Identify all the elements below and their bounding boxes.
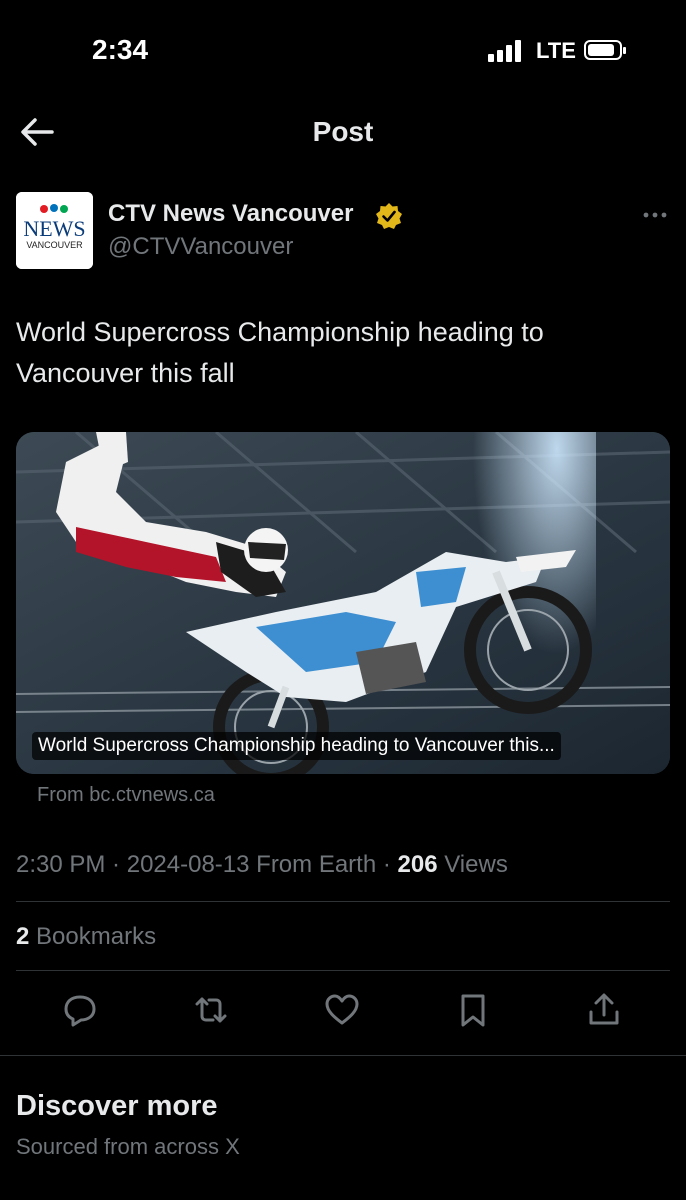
avatar[interactable]: NEWS VANCOUVER xyxy=(16,192,93,269)
supercross-photo xyxy=(16,432,670,774)
bookmarks-label: Bookmarks xyxy=(36,923,157,950)
views-label: Views xyxy=(444,851,508,878)
like-icon[interactable] xyxy=(322,990,362,1030)
top-nav: Post xyxy=(0,100,686,170)
page-title: Post xyxy=(312,116,374,147)
bookmarks-count: 2 xyxy=(16,923,30,950)
media-caption: World Supercross Championship heading to… xyxy=(32,732,561,760)
share-icon[interactable] xyxy=(584,990,624,1030)
link-source[interactable]: From bc.ctvnews.ca xyxy=(37,784,215,807)
repost-icon[interactable] xyxy=(191,990,231,1030)
author-name[interactable]: CTV News Vancouver xyxy=(108,200,353,228)
divider xyxy=(16,970,670,971)
author-handle[interactable]: @CTVVancouver xyxy=(108,233,293,261)
more-options-icon[interactable] xyxy=(640,200,670,230)
verified-badge-icon xyxy=(375,202,403,230)
discover-more-heading: Discover more xyxy=(16,1090,218,1122)
bookmarks-stat[interactable]: 2 Bookmarks xyxy=(16,923,156,951)
discover-more-subtitle: Sourced from across X xyxy=(16,1134,240,1159)
battery-icon xyxy=(584,40,626,60)
post-date: 2024-08-13 xyxy=(126,851,250,878)
bookmark-icon[interactable] xyxy=(453,990,493,1030)
section-divider xyxy=(0,1055,686,1056)
post-location: From Earth xyxy=(256,851,377,878)
network-label: LTE xyxy=(536,38,576,63)
divider xyxy=(16,901,670,902)
signal-icon xyxy=(488,40,524,62)
post-text: World Supercross Championship heading to… xyxy=(16,317,544,388)
reply-icon[interactable] xyxy=(60,990,100,1030)
status-bar: 2:34 LTE xyxy=(0,0,686,100)
logo-sub-text: VANCOUVER xyxy=(26,240,83,250)
status-time: 2:34 xyxy=(92,34,149,65)
views-count: 206 xyxy=(397,851,438,878)
post-time: 2:30 PM xyxy=(16,851,106,878)
logo-main-text: NEWS xyxy=(23,216,85,241)
post-meta: 2:30 PM · 2024-08-13 From Earth · 206 Vi… xyxy=(16,851,508,878)
link-card-image[interactable]: World Supercross Championship heading to… xyxy=(16,432,670,774)
